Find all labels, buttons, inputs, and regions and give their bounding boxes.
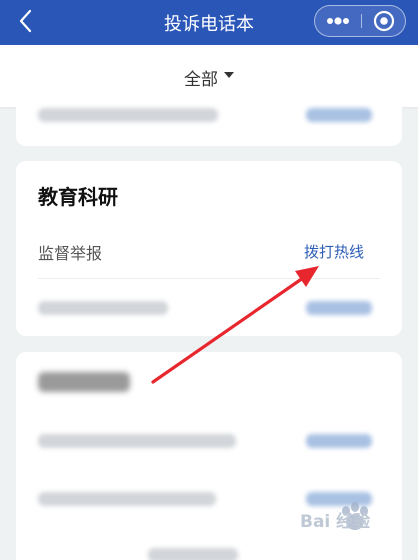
category-card-blurred-top: [16, 96, 402, 146]
blurred-row-label: [38, 301, 168, 315]
blurred-row-label: [38, 108, 218, 122]
more-dots-icon: [327, 17, 349, 25]
blurred-card-title: [38, 372, 130, 392]
blurred-row-label: [38, 434, 236, 448]
watermark-graphic: Bai 经验: [300, 502, 371, 532]
card-title: 教育科研: [38, 185, 118, 209]
watermark-text: Bai 经验: [300, 511, 371, 532]
category-card-education: 教育科研 监督举报 拨打热线: [16, 161, 402, 336]
navigation-bar: 投诉电话本: [0, 0, 418, 45]
blurred-row-action[interactable]: [306, 434, 372, 448]
mini-program-capsule: [314, 5, 406, 37]
blurred-row-label: [148, 548, 238, 560]
target-close-icon: [373, 10, 395, 32]
filter-label: 全部: [184, 70, 218, 90]
blurred-row-label: [38, 492, 216, 506]
more-button[interactable]: [315, 6, 361, 36]
blurred-row-action[interactable]: [306, 108, 372, 122]
baidu-jingyan-watermark: Bai 经验: [296, 497, 416, 559]
caret-down-icon: [224, 72, 234, 78]
row-label: 监督举报: [38, 244, 103, 263]
call-hotline-link[interactable]: 拨打热线: [304, 241, 364, 262]
blurred-row-action[interactable]: [306, 301, 372, 315]
row-divider: [38, 278, 380, 279]
close-button[interactable]: [362, 6, 406, 36]
